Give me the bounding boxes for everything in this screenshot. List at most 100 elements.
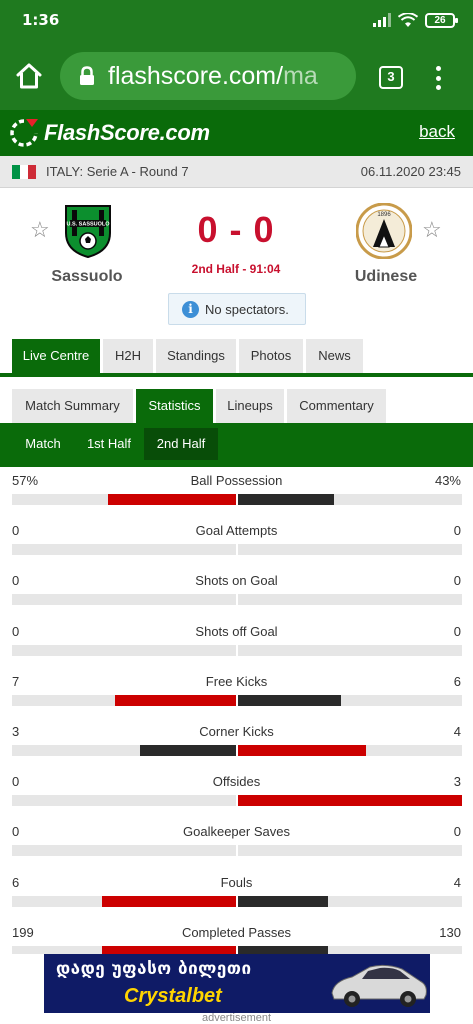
stat-name: Corner Kicks bbox=[199, 724, 274, 739]
stat-home-bar-fill bbox=[102, 946, 236, 954]
stat-home-bar-fill bbox=[108, 494, 236, 505]
favorite-away-star-icon[interactable]: ☆ bbox=[422, 219, 442, 241]
stat-home-value: 7 bbox=[12, 674, 20, 689]
stat-away-bar bbox=[238, 695, 462, 706]
stat-away-value: 0 bbox=[453, 824, 461, 839]
stat-home-bar bbox=[12, 695, 236, 706]
stat-name: Goal Attempts bbox=[195, 523, 278, 538]
tab-standings[interactable]: Standings bbox=[156, 339, 236, 373]
stat-away-bar-fill bbox=[238, 745, 366, 756]
back-link[interactable]: back bbox=[419, 122, 455, 142]
tab-news[interactable]: News bbox=[306, 339, 363, 373]
stat-home-bar-fill bbox=[140, 745, 236, 756]
stat-away-bar bbox=[238, 795, 462, 806]
stat-away-bar-fill bbox=[238, 795, 462, 806]
url-bar[interactable]: flashscore.com/ma bbox=[60, 52, 356, 100]
status-bar: 1:36 26 bbox=[0, 0, 473, 40]
stat-name: Fouls bbox=[220, 875, 253, 890]
stat-home-value: 199 bbox=[12, 925, 34, 940]
tab-period-2nd-half[interactable]: 2nd Half bbox=[144, 428, 218, 460]
stat-away-bar-fill bbox=[238, 494, 334, 505]
info-icon: i bbox=[182, 300, 199, 318]
main-tabs: Live Centre H2H Standings Photos News bbox=[0, 339, 473, 377]
signal-icon bbox=[373, 13, 391, 27]
ad-banner[interactable]: დადე უფასო ბილეთი Crystalbet bbox=[44, 954, 430, 1013]
stat-name: Ball Possession bbox=[190, 473, 283, 488]
stat-away-value: 3 bbox=[453, 774, 461, 789]
status-icons: 26 bbox=[373, 11, 458, 29]
stat-away-bar bbox=[238, 896, 462, 907]
url-domain: flashscore.com/ bbox=[108, 62, 284, 90]
browser-toolbar: flashscore.com/ma 3 bbox=[0, 40, 473, 110]
udinese-logo-text: 1896 bbox=[377, 212, 391, 218]
overflow-menu-icon[interactable] bbox=[434, 66, 442, 90]
stat-home-value: 0 bbox=[12, 624, 20, 639]
stat-away-bar bbox=[238, 544, 462, 555]
udinese-logo[interactable]: 1896 bbox=[356, 203, 412, 259]
away-team-name[interactable]: Udinese bbox=[326, 268, 446, 286]
stat-home-bar bbox=[12, 645, 236, 656]
stat-home-value: 0 bbox=[12, 523, 20, 538]
match-date: 06.11.2020 23:45 bbox=[360, 164, 461, 179]
tab-commentary[interactable]: Commentary bbox=[287, 389, 386, 423]
battery-icon: 26 bbox=[425, 12, 458, 28]
home-team-name[interactable]: Sassuolo bbox=[27, 268, 147, 286]
stat-name: Offsides bbox=[212, 774, 261, 789]
stat-name: Completed Passes bbox=[181, 925, 292, 940]
stat-row: 7 Free Kicks 6 bbox=[0, 668, 473, 718]
stat-row: 0 Offsides 3 bbox=[0, 768, 473, 818]
stat-row: 0 Goal Attempts 0 bbox=[0, 517, 473, 567]
sub-tabs: Match Summary Statistics Lineups Comment… bbox=[0, 377, 473, 423]
wifi-icon bbox=[398, 12, 418, 27]
stat-away-value: 43% bbox=[434, 473, 461, 488]
tab-h2h[interactable]: H2H bbox=[103, 339, 153, 373]
stat-away-value: 0 bbox=[453, 573, 461, 588]
stat-away-bar bbox=[238, 745, 462, 756]
period-tabs: Match 1st Half 2nd Half bbox=[0, 423, 473, 467]
flashscore-logo-icon bbox=[10, 119, 38, 147]
tab-match-summary[interactable]: Match Summary bbox=[12, 389, 133, 423]
league-name[interactable]: ITALY: Serie A - Round 7 bbox=[46, 164, 189, 179]
stat-away-value: 4 bbox=[453, 875, 461, 890]
stat-name: Shots off Goal bbox=[195, 624, 278, 639]
ad-headline: დადე უფასო ბილეთი bbox=[56, 959, 252, 979]
stat-row: 0 Shots off Goal 0 bbox=[0, 618, 473, 668]
tab-period-match[interactable]: Match bbox=[12, 428, 74, 460]
ad-area: დადე უფასო ბილეთი Crystalbet advertiseme… bbox=[0, 954, 473, 1024]
car-image bbox=[331, 964, 427, 1007]
scoreboard: ☆ U.S. SASSUOLO Sassuolo 0 - 0 2nd Half … bbox=[0, 189, 473, 339]
status-time: 1:36 bbox=[22, 11, 60, 29]
tab-lineups[interactable]: Lineups bbox=[216, 389, 284, 423]
stat-row: 57% Ball Possession 43% bbox=[0, 467, 473, 517]
stat-row: 0 Goalkeeper Saves 0 bbox=[0, 818, 473, 868]
stat-row: 199 Completed Passes 130 bbox=[0, 919, 473, 954]
stat-away-bar bbox=[238, 845, 462, 856]
url-path: ma bbox=[283, 62, 318, 90]
league-row: ITALY: Serie A - Round 7 06.11.2020 23:4… bbox=[0, 156, 473, 188]
stat-away-value: 6 bbox=[453, 674, 461, 689]
tab-statistics[interactable]: Statistics bbox=[136, 389, 213, 423]
favorite-home-star-icon[interactable]: ☆ bbox=[30, 219, 50, 241]
stat-home-bar bbox=[12, 896, 236, 907]
screen: { "status_bar": { "time": "1:36", "batte… bbox=[0, 0, 473, 1024]
stat-home-bar-fill bbox=[102, 896, 236, 907]
stat-name: Free Kicks bbox=[205, 674, 268, 689]
stat-home-bar bbox=[12, 745, 236, 756]
flashscore-logo[interactable]: FlashScore.com bbox=[8, 118, 210, 148]
stat-home-bar bbox=[12, 795, 236, 806]
stat-name: Shots on Goal bbox=[195, 573, 278, 588]
tab-switcher-button[interactable]: 3 bbox=[379, 66, 403, 89]
home-icon[interactable] bbox=[14, 61, 44, 91]
site-header: FlashScore.com back bbox=[0, 110, 473, 156]
stat-row: 3 Corner Kicks 4 bbox=[0, 718, 473, 768]
sassuolo-logo[interactable]: U.S. SASSUOLO bbox=[60, 203, 116, 259]
tab-live-centre[interactable]: Live Centre bbox=[12, 339, 100, 373]
stat-home-value: 6 bbox=[12, 875, 20, 890]
match-score: 0 - 0 bbox=[197, 209, 275, 250]
stat-home-bar bbox=[12, 946, 236, 954]
tab-period-1st-half[interactable]: 1st Half bbox=[76, 428, 142, 460]
stat-away-bar bbox=[238, 594, 462, 605]
tab-photos[interactable]: Photos bbox=[239, 339, 303, 373]
stat-away-bar-fill bbox=[238, 695, 341, 706]
sassuolo-logo-text: U.S. SASSUOLO bbox=[66, 222, 110, 228]
